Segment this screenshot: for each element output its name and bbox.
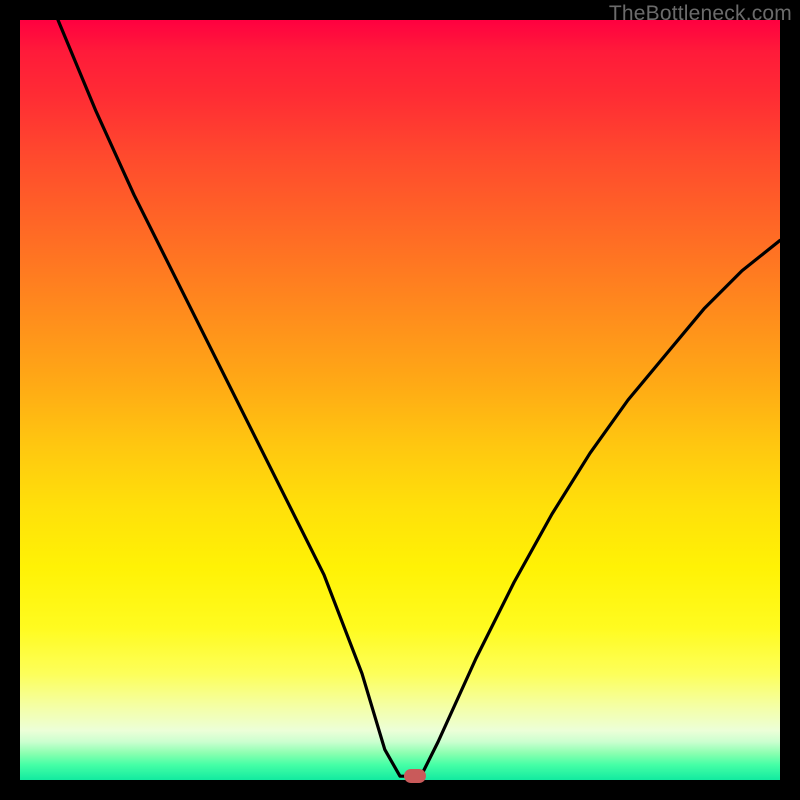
optimal-marker xyxy=(404,769,426,783)
bottleneck-curve xyxy=(20,20,780,780)
watermark-text: TheBottleneck.com xyxy=(609,2,792,26)
chart-frame: TheBottleneck.com xyxy=(0,0,800,800)
plot-area xyxy=(20,20,780,780)
